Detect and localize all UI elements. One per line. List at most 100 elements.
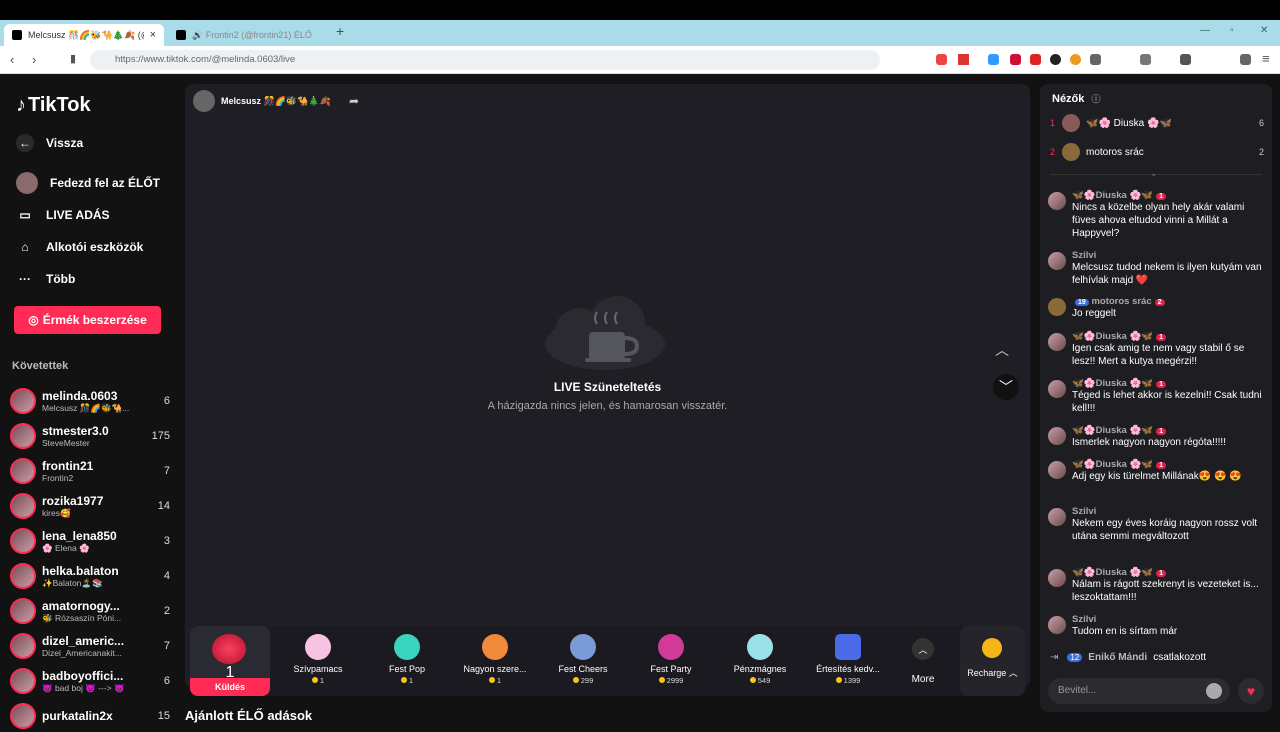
chat-message: Szilvi Tudom en is sírtam már [1048,614,1264,638]
tiktok-favicon-icon [12,30,22,40]
enter-icon: ⇥ [1050,652,1059,663]
address-bar: ‹ › ▮ https://www.tiktok.com/@melinda.06… [0,46,1280,74]
expand-icon[interactable]: ⌄ [1150,168,1158,179]
tab-melinda[interactable]: Melcsusz 🎊🌈🐝🐪🎄🍂 (@ × [4,24,164,46]
browser-tab-bar: Melcsusz 🎊🌈🐝🐪🎄🍂 (@ × 🔊 Frontin2 (@fronti… [0,20,1280,46]
chat-message: Szilvi Melcsusz tudod nekem is ilyen kuty… [1048,250,1264,287]
following-item[interactable]: purkatalin2x 15 [10,700,170,732]
gift-item[interactable]: Fest Party 2999 [628,634,714,685]
fest-party-icon [658,634,684,660]
sidebar-item-go-live[interactable]: ▭ LIVE ADÁS [16,206,109,224]
gift-item[interactable]: Értesítés kedv... 1399 [805,634,891,685]
rewards-icon[interactable] [958,54,969,65]
recharge-button[interactable]: Recharge ︿ [960,626,1025,696]
avatar [1048,380,1066,398]
avatar [10,598,36,624]
following-item[interactable]: lena_lena850 🌸 Elena 🌸 3 [10,525,170,557]
forward-icon[interactable]: › [32,52,36,67]
back-icon[interactable]: ‹ [10,52,14,67]
following-item[interactable]: frontin21 Frontin2 7 [10,455,170,487]
avatar [16,172,38,194]
tiktok-logo[interactable]: ♪ TikTok [16,94,91,117]
arrow-left-icon: ← [16,134,34,152]
share-icon[interactable]: ➦ [349,94,359,108]
notification-icon [835,634,861,660]
gift-item[interactable]: Pénzmágnes 549 [717,634,803,685]
extension-icon[interactable] [1010,54,1021,65]
extension-icon[interactable] [1050,54,1061,65]
avatar [1048,252,1066,270]
magnet-icon [747,634,773,660]
chat-message: 🦋🌸Diuska 🌸🦋 1 Téged is lehet akkor is keze… [1048,378,1264,415]
viewer-row[interactable]: 1 🦋🌸 Diuska 🌸🦋 6 [1050,112,1264,134]
live-player: Melcsusz 🎊🌈🐝🐪🎄🍂 ➦ LIVE Szüneteltetés A h… [185,84,1030,688]
chat-message: 🦋🌸Diuska 🌸🦋 1 Nálam is rágott szekrenyt is… [1048,567,1264,604]
following-item[interactable]: dizel_americ... Dizel_Americanakit... 7 [10,630,170,662]
get-coins-button[interactable]: ◎ Érmék beszerzése [14,306,161,334]
selected-gift[interactable]: 1 Küldés [190,626,270,696]
following-item[interactable]: rozika1977 kires🥰 14 [10,490,170,522]
following-item[interactable]: melinda.0603 Melcsusz 🎊🌈🐝🐪... 6 [10,385,170,417]
sidebar-item-creator-tools[interactable]: ⌂ Alkotói eszközök [16,238,143,256]
heart-like-button[interactable]: ♥ [1238,678,1264,704]
chevron-down-icon[interactable]: ﹀ [993,374,1019,400]
following-item[interactable]: helka.balaton ✨Balaton🏝️📚 4 [10,560,170,592]
heart-face-icon [482,634,508,660]
avatar [10,458,36,484]
tab-frontin[interactable]: 🔊 Frontin2 (@frontin21) ÉLŐ adás [168,24,328,46]
brave-shield-icon[interactable] [936,54,947,65]
avatar [10,528,36,554]
avatar [10,563,36,589]
paused-title: LIVE Szüneteltetés [553,380,662,394]
extension-icon[interactable] [1030,54,1041,65]
extension-icon[interactable] [1070,54,1081,65]
viewers-header: Nézők ⓘ [1052,93,1101,105]
avatar [10,493,36,519]
gift-item[interactable]: Fest Cheers 299 [540,634,626,685]
gift-item[interactable]: Fest Pop 1 [364,634,450,685]
coin-icon: ◎ [28,313,39,327]
puzzle-icon[interactable] [1090,54,1101,65]
chat-input[interactable]: Bevitel... [1048,678,1230,704]
following-item[interactable]: stmester3.0 SteveMester 175 [10,420,170,452]
join-notice: ⇥ 12 Enikő Mándi csatlakozott [1050,652,1207,663]
heart-puff-icon [305,634,331,660]
following-item[interactable]: amatornogy... 🐝 Rózsaszín Póni... 2 [10,595,170,627]
following-item[interactable]: badboyoffici... 😈 bad boj 😈 ---> 😈 6 [10,665,170,697]
sidebar-icon[interactable] [1180,54,1191,65]
url-input[interactable]: https://www.tiktok.com/@melinda.0603/liv… [90,50,880,70]
gift-item[interactable]: Szívpamacs 1 [275,634,361,685]
host-info[interactable]: Melcsusz 🎊🌈🐝🐪🎄🍂 [193,90,331,112]
following-header: Követettek [12,360,69,372]
tiktok-live-page: ♪ TikTok ← Vissza Fedezd fel az ÉLŐT ▭ L… [0,74,1280,729]
close-tab-icon[interactable]: × [150,29,156,41]
bookmark-icon[interactable]: ▮ [70,52,76,65]
window-close-icon[interactable]: ✕ [1260,25,1268,36]
gift-item[interactable]: Nagyon szere... 1 [452,634,538,685]
avatar [1048,616,1066,634]
tiktok-note-icon: ♪ [16,94,26,116]
sidebar-item-explore-live[interactable]: Fedezd fel az ÉLŐT [16,172,160,194]
new-tab-button[interactable]: + [336,23,344,39]
back-button[interactable]: ← Vissza [16,134,83,152]
more-gifts-button[interactable]: ︿ More [905,638,941,685]
minimize-icon[interactable]: — [1200,25,1210,36]
emoji-icon[interactable] [1206,683,1222,699]
video-camera-icon: ▭ [19,208,31,222]
chat-message: 🦋🌸Diuska 🌸🦋 1 Adj egy kis türelmet Millána… [1048,459,1264,483]
maximize-icon[interactable]: ▫ [1230,25,1234,36]
translate-extension-icon[interactable] [988,54,999,65]
profile-icon[interactable] [1240,54,1251,65]
rose-icon [212,634,246,664]
sidebar-item-more[interactable]: ··· Több [16,270,75,288]
chevron-up-icon[interactable]: ︿ [995,340,1009,360]
avatar [1048,461,1066,479]
help-icon[interactable]: ⓘ [1091,94,1100,104]
avatar [1048,508,1066,526]
menu-icon[interactable]: ≡ [1262,51,1270,66]
download-icon[interactable] [1140,54,1151,65]
avatar [1048,298,1066,316]
send-gift-button[interactable]: Küldés [190,678,270,696]
viewer-row[interactable]: 2 motoros srác 2 [1050,141,1264,163]
fest-cheers-icon [570,634,596,660]
